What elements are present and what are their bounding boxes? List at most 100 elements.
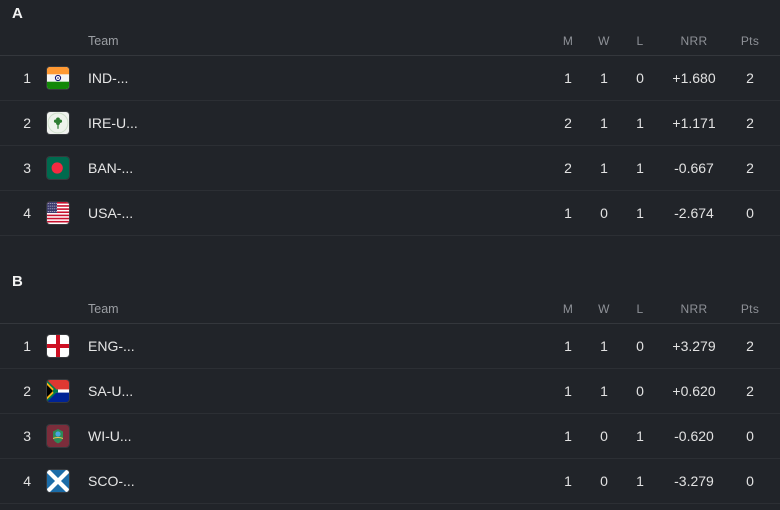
table-row[interactable]: 4 SCO-... 1 0 1 -3.279 0 [0,459,780,504]
team-name[interactable]: SCO-... [76,473,550,489]
table-header-row: Team M W L NRR Pts [0,26,780,56]
southafrica-flag-icon [47,380,69,402]
team-losses: 1 [636,115,644,131]
team-wins: 0 [600,428,608,444]
column-header-matches: M [562,33,574,48]
team-matches: 1 [564,205,572,221]
team-name[interactable]: ENG-... [76,338,550,354]
team-rank: 2 [23,383,31,399]
team-rank: 1 [23,70,31,86]
india-flag-icon [47,67,69,89]
team-points: 2 [746,70,754,86]
team-nrr: +3.279 [672,338,716,354]
table-row[interactable]: 1 IND-... 1 1 0 +1.680 2 [0,56,780,101]
column-header-wins: W [598,33,610,48]
team-flag-cell [40,470,76,492]
team-wins: 1 [600,160,608,176]
column-header-losses: L [636,301,644,316]
team-rank: 1 [23,338,31,354]
team-rank: 3 [23,160,31,176]
ireland-flag-icon [47,112,69,134]
team-nrr: -0.620 [674,428,714,444]
table-row[interactable]: 4 USA-... 1 0 1 -2.674 0 [0,191,780,236]
column-header-team: Team [88,33,119,48]
team-points: 0 [746,428,754,444]
team-losses: 1 [636,473,644,489]
column-header-team: Team [88,301,119,316]
england-flag-icon [47,335,69,357]
team-flag-cell [40,425,76,447]
team-nrr: +1.171 [672,115,716,131]
team-losses: 0 [636,383,644,399]
team-wins: 1 [600,115,608,131]
team-points: 2 [746,115,754,131]
group-title: A [12,5,24,22]
team-name[interactable]: USA-... [76,205,550,221]
team-matches: 2 [564,115,572,131]
team-points: 0 [746,473,754,489]
table-row[interactable]: 1 ENG-... 1 1 0 +3.279 2 [0,324,780,369]
column-header-points: Pts [740,33,760,48]
group-title: B [12,273,24,290]
team-name[interactable]: SA-U... [76,383,550,399]
team-rank: 4 [23,205,31,221]
table-row[interactable]: 3 WI-U... 1 0 1 -0.620 0 [0,414,780,459]
team-losses: 0 [636,70,644,86]
team-losses: 1 [636,428,644,444]
team-flag-cell [40,335,76,357]
team-points: 2 [746,338,754,354]
group-table: Team M W L NRR Pts 1 ENG-... 1 1 0 +3.279 2 2 SA-U... 1… [0,294,780,504]
team-nrr: +1.680 [672,70,716,86]
group-a: A Team M W L NRR Pts 1 IND-... 1 1 0 +1.680 2 2 IRE-U..… [0,0,780,236]
team-wins: 1 [600,338,608,354]
table-row[interactable]: 2 SA-U... 1 1 0 +0.620 2 [0,369,780,414]
team-matches: 2 [564,160,572,176]
team-nrr: -0.667 [674,160,714,176]
team-points: 2 [746,160,754,176]
westindies-flag-icon [47,425,69,447]
team-rank: 3 [23,428,31,444]
bangladesh-flag-icon [47,157,69,179]
team-matches: 1 [564,428,572,444]
team-rank: 2 [23,115,31,131]
usa-flag-icon [47,202,69,224]
table-header-row: Team M W L NRR Pts [0,294,780,324]
team-name[interactable]: WI-U... [76,428,550,444]
team-rank: 4 [23,473,31,489]
team-matches: 1 [564,338,572,354]
team-losses: 0 [636,338,644,354]
table-row[interactable]: 3 BAN-... 2 1 1 -0.667 2 [0,146,780,191]
table-row[interactable]: 2 IRE-U... 2 1 1 +1.171 2 [0,101,780,146]
column-header-losses: L [636,33,644,48]
team-matches: 1 [564,70,572,86]
standings-table: A Team M W L NRR Pts 1 IND-... 1 1 0 +1.680 2 2 IRE-U..… [0,0,780,504]
team-name[interactable]: IND-... [76,70,550,86]
team-points: 2 [746,383,754,399]
team-flag-cell [40,380,76,402]
column-header-nrr: NRR [680,301,708,316]
team-wins: 1 [600,70,608,86]
team-flag-cell [40,67,76,89]
team-losses: 1 [636,205,644,221]
team-points: 0 [746,205,754,221]
team-wins: 0 [600,205,608,221]
team-nrr: -2.674 [674,205,714,221]
team-flag-cell [40,112,76,134]
scotland-flag-icon [47,470,69,492]
team-matches: 1 [564,383,572,399]
column-header-matches: M [562,301,574,316]
team-wins: 1 [600,383,608,399]
team-flag-cell [40,202,76,224]
group-b: B Team M W L NRR Pts 1 ENG-... 1 1 0 +3.279 2 2 SA-U...… [0,268,780,504]
team-matches: 1 [564,473,572,489]
team-nrr: +0.620 [672,383,716,399]
team-wins: 0 [600,473,608,489]
team-name[interactable]: IRE-U... [76,115,550,131]
team-losses: 1 [636,160,644,176]
column-header-wins: W [598,301,610,316]
team-name[interactable]: BAN-... [76,160,550,176]
team-flag-cell [40,157,76,179]
group-table: Team M W L NRR Pts 1 IND-... 1 1 0 +1.680 2 2 IRE-U...… [0,26,780,236]
column-header-nrr: NRR [680,33,708,48]
